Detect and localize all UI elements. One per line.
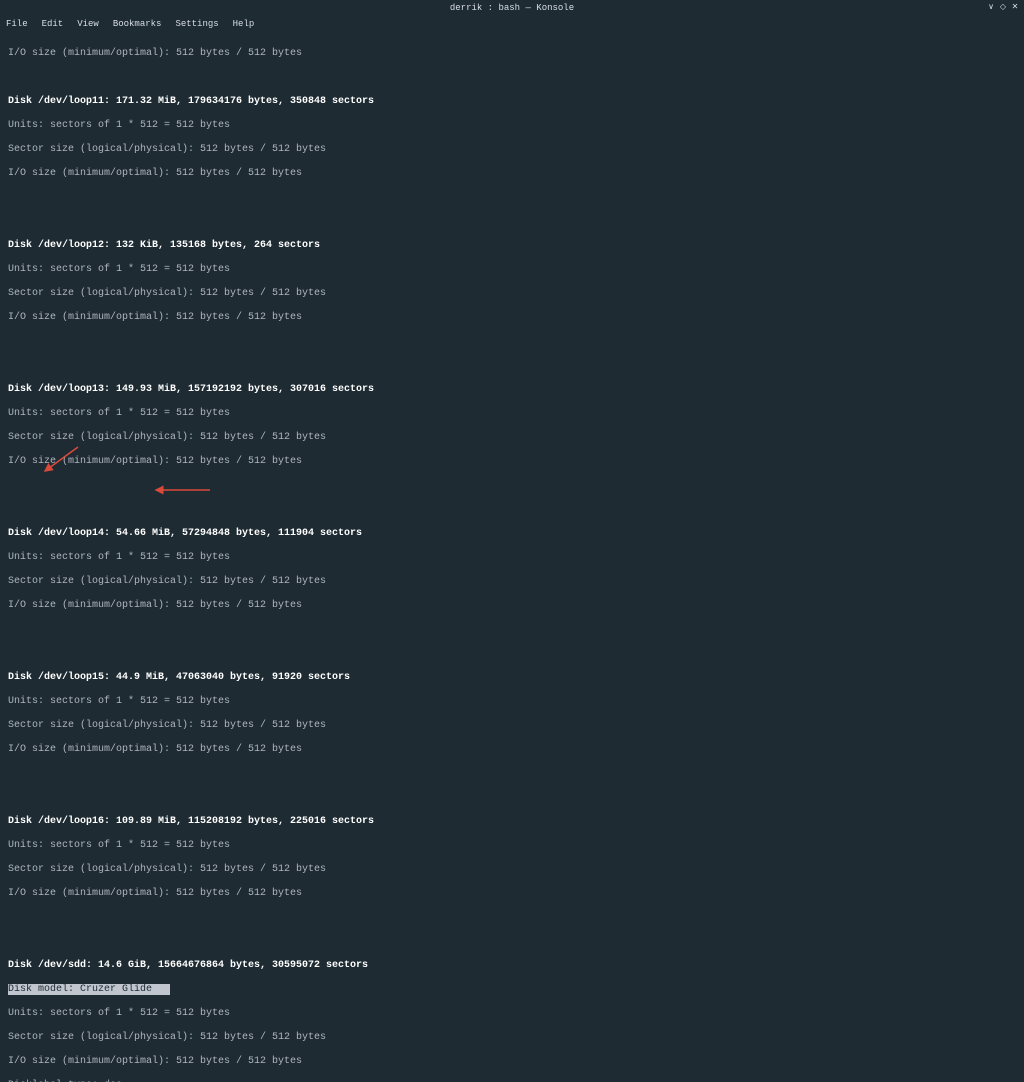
output-blank: [8, 912, 1016, 924]
output-blank: [8, 216, 1016, 228]
disk-header: Disk /dev/loop12: 132 KiB, 135168 bytes,…: [8, 240, 1016, 252]
terminal-output[interactable]: I/O size (minimum/optimal): 512 bytes / …: [0, 32, 1024, 1082]
output-line: Disklabel type: dos: [8, 1080, 1016, 1082]
menubar: File Edit View Bookmarks Settings Help: [0, 16, 1024, 32]
output-blank: [8, 480, 1016, 492]
menu-help[interactable]: Help: [233, 19, 255, 29]
output-blank: [8, 648, 1016, 660]
menu-file[interactable]: File: [6, 19, 28, 29]
output-blank: [8, 936, 1016, 948]
disk-header: Disk /dev/loop11: 171.32 MiB, 179634176 …: [8, 96, 1016, 108]
output-line: I/O size (minimum/optimal): 512 bytes / …: [8, 168, 1016, 180]
output-line: Units: sectors of 1 * 512 = 512 bytes: [8, 264, 1016, 276]
menu-settings[interactable]: Settings: [175, 19, 218, 29]
output-line: Sector size (logical/physical): 512 byte…: [8, 864, 1016, 876]
window-title: derrik : bash — Konsole: [450, 3, 574, 13]
output-blank: [8, 504, 1016, 516]
output-line: I/O size (minimum/optimal): 512 bytes / …: [8, 600, 1016, 612]
output-line: Units: sectors of 1 * 512 = 512 bytes: [8, 696, 1016, 708]
titlebar: derrik : bash — Konsole ∨ ◇ ✕: [0, 0, 1024, 16]
output-line: I/O size (minimum/optimal): 512 bytes / …: [8, 888, 1016, 900]
menu-view[interactable]: View: [77, 19, 99, 29]
menu-edit[interactable]: Edit: [42, 19, 64, 29]
output-line: Sector size (logical/physical): 512 byte…: [8, 432, 1016, 444]
output-blank: [8, 192, 1016, 204]
output-line: I/O size (minimum/optimal): 512 bytes / …: [8, 48, 1016, 60]
menu-bookmarks[interactable]: Bookmarks: [113, 19, 162, 29]
output-line: Units: sectors of 1 * 512 = 512 bytes: [8, 120, 1016, 132]
window-controls: ∨ ◇ ✕: [986, 2, 1020, 12]
output-line: Sector size (logical/physical): 512 byte…: [8, 720, 1016, 732]
output-line: Sector size (logical/physical): 512 byte…: [8, 144, 1016, 156]
output-blank: [8, 768, 1016, 780]
output-line: I/O size (minimum/optimal): 512 bytes / …: [8, 312, 1016, 324]
highlighted-text: Disk model: Cruzer Glide: [8, 984, 170, 995]
output-blank: [8, 624, 1016, 636]
output-line: Units: sectors of 1 * 512 = 512 bytes: [8, 552, 1016, 564]
disk-header: Disk /dev/loop15: 44.9 MiB, 47063040 byt…: [8, 672, 1016, 684]
output-line: I/O size (minimum/optimal): 512 bytes / …: [8, 1056, 1016, 1068]
output-line: I/O size (minimum/optimal): 512 bytes / …: [8, 456, 1016, 468]
disk-header: Disk /dev/loop16: 109.89 MiB, 115208192 …: [8, 816, 1016, 828]
output-line: Sector size (logical/physical): 512 byte…: [8, 1032, 1016, 1044]
disk-header: Disk /dev/sdd: 14.6 GiB, 15664676864 byt…: [8, 960, 1016, 972]
output-line: I/O size (minimum/optimal): 512 bytes / …: [8, 744, 1016, 756]
minimize-icon[interactable]: ∨: [986, 2, 996, 12]
disk-header: Disk /dev/loop14: 54.66 MiB, 57294848 by…: [8, 528, 1016, 540]
output-blank: [8, 336, 1016, 348]
disk-model-line: Disk model: Cruzer Glide: [8, 984, 1016, 996]
output-line: Sector size (logical/physical): 512 byte…: [8, 288, 1016, 300]
output-blank: [8, 792, 1016, 804]
disk-header: Disk /dev/loop13: 149.93 MiB, 157192192 …: [8, 384, 1016, 396]
output-line: Sector size (logical/physical): 512 byte…: [8, 576, 1016, 588]
output-blank: [8, 360, 1016, 372]
output-line: Units: sectors of 1 * 512 = 512 bytes: [8, 408, 1016, 420]
close-icon[interactable]: ✕: [1010, 2, 1020, 12]
output-line: Units: sectors of 1 * 512 = 512 bytes: [8, 840, 1016, 852]
maximize-icon[interactable]: ◇: [998, 2, 1008, 12]
output-line: Units: sectors of 1 * 512 = 512 bytes: [8, 1008, 1016, 1020]
